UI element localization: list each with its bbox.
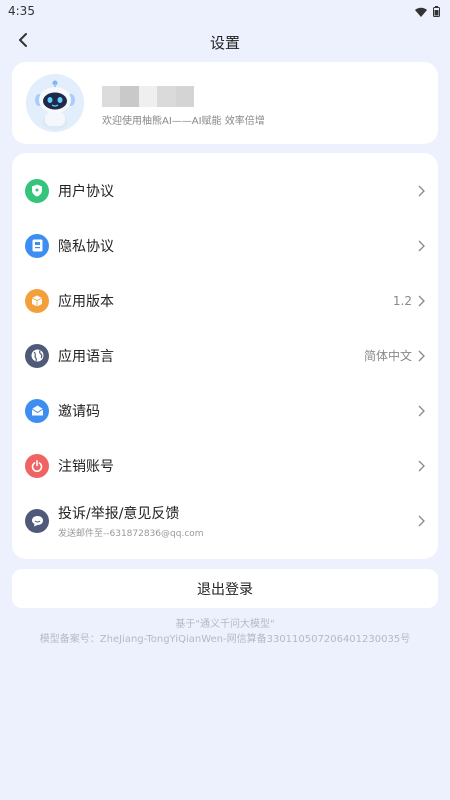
menu-item-user-agreement[interactable]: 用户协议: [12, 163, 438, 218]
chevron-right-icon: [418, 240, 426, 252]
chevron-right-icon: [418, 295, 426, 307]
document-icon: [25, 233, 49, 258]
globe-icon: [25, 343, 49, 368]
back-button[interactable]: [12, 30, 34, 52]
menu-item-delete-account[interactable]: 注销账号: [12, 438, 438, 493]
language-value: 简体中文: [363, 349, 412, 363]
menu-item-invite-code[interactable]: 邀请码: [12, 383, 438, 438]
model-basis-text: 基于"通义千问大模型": [175, 619, 275, 630]
chevron-right-icon: [418, 405, 426, 417]
chevron-right-icon: [418, 185, 426, 197]
welcome-text: 欢迎使用柚熊AI——AI赋能 效率倍增: [102, 116, 265, 127]
chat-icon: [25, 508, 49, 533]
menu-item-label: 应用版本: [58, 293, 114, 310]
version-value: 1.2: [392, 293, 412, 308]
header: 设置: [0, 26, 450, 58]
page-title: 设置: [209, 33, 240, 52]
chevron-right-icon: [418, 515, 426, 527]
status-bar: 4:35: [0, 0, 450, 22]
profile-card[interactable]: 欢迎使用柚熊AI——AI赋能 效率倍增: [12, 62, 438, 144]
robot-avatar-icon: [26, 74, 84, 132]
menu-item-label: 注销账号: [58, 458, 114, 475]
menu-item-label: 投诉/举报/意见反馈: [58, 505, 180, 522]
chevron-right-icon: [418, 460, 426, 472]
power-icon: [25, 453, 49, 478]
box-icon: [25, 288, 49, 313]
menu-item-privacy-agreement[interactable]: 隐私协议: [12, 218, 438, 273]
feedback-email-text: 发送邮件至--631872836@qq.com: [58, 528, 204, 539]
menu-item-label: 隐私协议: [58, 238, 114, 255]
wifi-icon: [415, 2, 427, 21]
logout-button[interactable]: 退出登录: [12, 569, 438, 608]
model-filing-text: 模型备案号：ZheJiang-TongYiQianWen-网信算备3301105…: [39, 634, 411, 645]
status-icons: [415, 2, 440, 21]
menu-item-label: 邀请码: [58, 403, 100, 420]
footer: 基于"通义千问大模型" 模型备案号：ZheJiang-TongYiQianWen…: [0, 617, 450, 647]
settings-menu: 用户协议 隐私协议 应用版本 1.2 应用语言 简体中文 邀请码 注销账号 投诉…: [12, 153, 438, 559]
envelope-icon: [25, 398, 49, 423]
status-time: 4:35: [8, 4, 35, 18]
menu-item-app-language[interactable]: 应用语言 简体中文: [12, 328, 438, 383]
menu-item-label: 应用语言: [58, 348, 114, 365]
chevron-left-icon: [18, 32, 28, 51]
menu-item-feedback[interactable]: 投诉/举报/意见反馈 发送邮件至--631872836@qq.com: [12, 493, 438, 548]
shield-icon: [25, 178, 49, 203]
menu-item-label: 用户协议: [58, 183, 114, 200]
username-redacted: [102, 86, 195, 107]
avatar[interactable]: [26, 74, 84, 132]
chevron-right-icon: [418, 350, 426, 362]
menu-item-app-version[interactable]: 应用版本 1.2: [12, 273, 438, 328]
battery-icon: [433, 2, 440, 21]
